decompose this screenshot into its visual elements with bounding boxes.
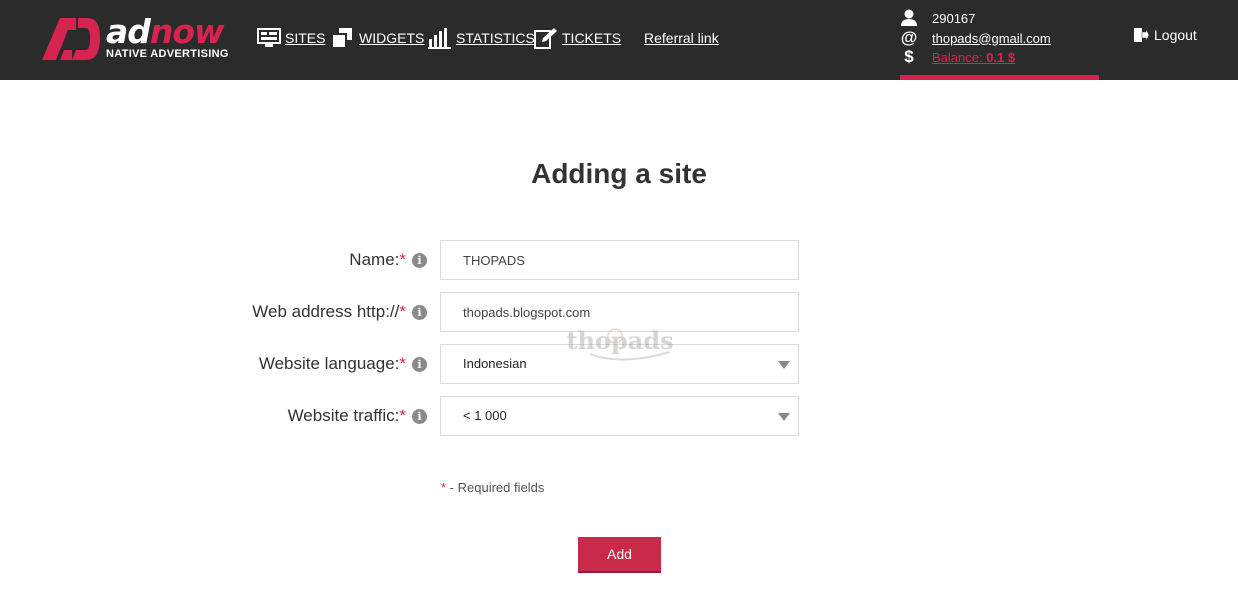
bar-chart-icon	[428, 28, 451, 49]
traffic-select[interactable]: < 1 000	[440, 396, 799, 436]
name-label: Name:*	[349, 240, 406, 280]
user-balance-row: $ Balance: 0.1 $	[900, 47, 1015, 67]
user-account-panel: 290167 @ thopads@gmail.com $ Balance: 0.…	[900, 0, 1099, 80]
user-email-link[interactable]: thopads@gmail.com	[932, 31, 1051, 46]
form-row-name: Name:* i	[0, 240, 1238, 280]
traffic-label: Website traffic:*	[288, 396, 406, 436]
logo-tagline: NATIVE ADVERTISING	[106, 48, 229, 60]
logo-word-now: now	[149, 12, 225, 51]
traffic-label-text: Website traffic:	[287, 406, 400, 425]
adnow-logo[interactable]: adnow NATIVE ADVERTISING	[42, 12, 228, 64]
info-icon[interactable]: i	[412, 305, 427, 320]
user-panel-accent-bar	[900, 75, 1099, 80]
language-selected-value: Indonesian	[463, 356, 527, 371]
balance-label: Balance:	[932, 49, 987, 65]
name-label-text: Name:	[349, 250, 400, 269]
info-icon[interactable]: i	[412, 253, 427, 268]
page-title: Adding a site	[531, 158, 707, 189]
balance-value: 0.1 $	[986, 49, 1016, 65]
widgets-icon	[331, 28, 352, 49]
name-input[interactable]	[440, 240, 799, 280]
user-id: 290167	[932, 10, 976, 26]
adnow-logo-mark-icon	[42, 18, 100, 60]
form-row-traffic: Website traffic:* i < 1 000	[0, 396, 1238, 436]
logo-word-ad: ad	[106, 12, 151, 51]
logo-wordmark: adnow	[106, 12, 225, 52]
web-address-label: Web address http://*	[252, 292, 406, 332]
language-label-text: Website language:	[258, 354, 400, 373]
nav-label-referral[interactable]: Referral link	[644, 30, 719, 46]
required-asterisk: *	[399, 354, 406, 373]
nav-item-tickets[interactable]: TICKETS	[534, 26, 621, 50]
info-icon[interactable]: i	[412, 409, 427, 424]
monitor-icon	[257, 28, 281, 47]
nav-item-widgets[interactable]: WIDGETS	[331, 26, 424, 50]
watermark-text: thopads	[566, 326, 673, 355]
at-sign-icon: @	[900, 28, 918, 47]
nav-item-statistics[interactable]: STATISTICS	[428, 26, 535, 50]
add-button[interactable]: Add	[578, 537, 661, 573]
nav-label-statistics[interactable]: STATISTICS	[456, 30, 535, 46]
nav-item-sites[interactable]: SITES	[257, 26, 325, 50]
language-label: Website language:*	[259, 344, 406, 384]
watermark-logo: thopads	[566, 326, 674, 361]
top-navigation-bar: adnow NATIVE ADVERTISING SITES WIDGETS S…	[0, 0, 1238, 80]
dropdown-caret-icon	[778, 361, 790, 369]
nav-label-tickets[interactable]: TICKETS	[562, 30, 621, 46]
dollar-icon: $	[904, 47, 914, 66]
info-icon[interactable]: i	[412, 357, 427, 372]
required-asterisk: *	[399, 406, 406, 425]
traffic-selected-value: < 1 000	[463, 408, 507, 423]
user-email-row: @ thopads@gmail.com	[900, 28, 1051, 48]
nav-label-widgets[interactable]: WIDGETS	[359, 30, 424, 46]
nav-label-sites[interactable]: SITES	[285, 30, 325, 46]
nav-item-referral-link[interactable]: Referral link	[644, 26, 719, 50]
user-icon	[901, 9, 917, 26]
logout-label[interactable]: Logout	[1154, 27, 1197, 43]
required-asterisk: *	[399, 250, 406, 269]
logout-button[interactable]: Logout	[1133, 27, 1197, 43]
required-fields-note: * - Required fields	[441, 480, 544, 495]
balance-link[interactable]: Balance: 0.1 $	[932, 50, 1015, 65]
required-note-text: - Required fields	[446, 480, 545, 495]
user-id-row: 290167	[900, 8, 975, 28]
web-address-label-text: Web address http://	[252, 302, 400, 321]
dropdown-caret-icon	[778, 413, 790, 421]
logout-icon	[1134, 28, 1149, 42]
required-asterisk: *	[399, 302, 406, 321]
edit-ticket-icon	[534, 28, 557, 49]
